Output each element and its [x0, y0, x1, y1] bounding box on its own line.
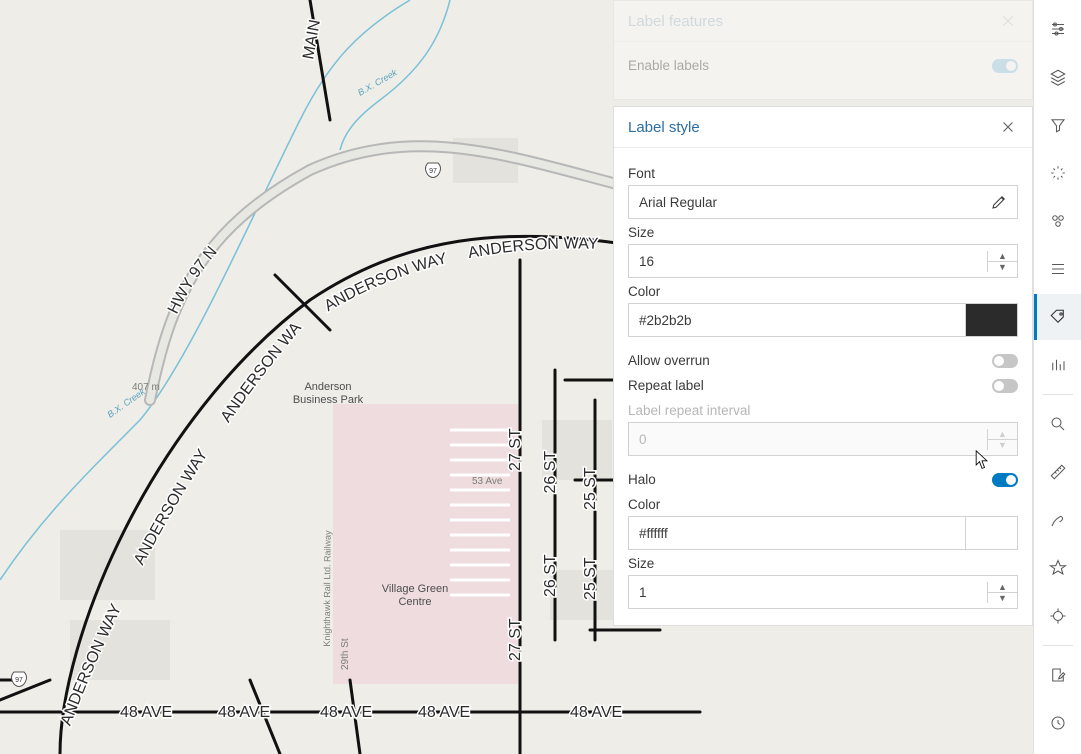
label-features-panel: Label features Enable labels — [613, 0, 1033, 100]
color-label: Color — [628, 284, 1018, 299]
halo-label: Halo — [628, 472, 656, 487]
svg-text:25 ST: 25 ST — [582, 467, 599, 510]
allow-overrun-label: Allow overrun — [628, 353, 710, 368]
font-field[interactable]: Arial Regular — [628, 185, 1018, 219]
layers-icon[interactable] — [1034, 54, 1081, 100]
svg-text:Anderson: Anderson — [304, 381, 351, 393]
sliders-icon[interactable] — [1034, 6, 1081, 52]
labels-icon[interactable] — [1034, 294, 1081, 340]
search-icon[interactable] — [1034, 401, 1081, 447]
color-value: #2b2b2b — [629, 304, 965, 336]
svg-text:48 AVE: 48 AVE — [120, 704, 172, 721]
repeat-interval-label: Label repeat interval — [628, 403, 1018, 418]
label-style-panel: Label style Font Arial Regular Size 16 — [613, 106, 1033, 626]
measure-icon[interactable] — [1034, 449, 1081, 495]
color-swatch[interactable] — [965, 304, 1017, 336]
rail-separator — [1043, 645, 1073, 646]
enable-labels-label: Enable labels — [628, 58, 709, 73]
repeat-interval-stepper: 0 ▲ ▼ — [628, 422, 1018, 456]
size-label: Size — [628, 225, 1018, 240]
svg-text:25 ST: 25 ST — [582, 557, 599, 600]
edit-note-icon[interactable] — [1034, 652, 1081, 698]
chevron-up-icon[interactable]: ▲ — [988, 251, 1017, 262]
history-icon[interactable] — [1034, 700, 1081, 746]
svg-text:53 Ave: 53 Ave — [472, 476, 503, 487]
svg-text:29th St: 29th St — [340, 638, 351, 670]
svg-text:48 AVE: 48 AVE — [570, 704, 622, 721]
close-icon[interactable] — [998, 117, 1018, 137]
svg-text:Knighthawk Rail Ltd. Railway: Knighthawk Rail Ltd. Railway — [322, 530, 333, 647]
font-value: Arial Regular — [639, 195, 981, 210]
repeat-interval-value: 0 — [629, 432, 987, 447]
repeat-label-label: Repeat label — [628, 378, 704, 393]
svg-text:26 ST: 26 ST — [542, 554, 559, 597]
color-field[interactable]: #2b2b2b — [628, 303, 1018, 337]
pencil-icon[interactable] — [981, 186, 1017, 218]
size-stepper[interactable]: 16 ▲ ▼ — [628, 244, 1018, 278]
chevron-up-icon: ▲ — [988, 429, 1017, 440]
halo-color-field[interactable]: #ffffff — [628, 516, 1018, 550]
halo-color-value: #ffffff — [629, 517, 965, 549]
label-style-title: Label style — [628, 119, 700, 136]
repeat-label-toggle[interactable] — [992, 379, 1018, 393]
charts-icon[interactable] — [1034, 342, 1081, 388]
label-features-title: Label features — [628, 13, 723, 30]
chevron-down-icon[interactable]: ▼ — [988, 262, 1017, 272]
size-value: 16 — [629, 254, 987, 269]
close-icon[interactable] — [998, 11, 1018, 31]
svg-text:27 ST: 27 ST — [507, 618, 524, 661]
location-icon[interactable] — [1034, 545, 1081, 591]
svg-text:27 ST: 27 ST — [507, 428, 524, 471]
svg-text:26 ST: 26 ST — [542, 451, 559, 494]
svg-text:48 AVE: 48 AVE — [320, 704, 372, 721]
halo-size-label: Size — [628, 556, 1018, 571]
font-label: Font — [628, 166, 1018, 181]
halo-size-value: 1 — [629, 585, 987, 600]
svg-text:Business Park: Business Park — [293, 394, 364, 406]
halo-color-swatch[interactable] — [965, 517, 1017, 549]
halo-color-label: Color — [628, 497, 1018, 512]
halo-toggle[interactable] — [992, 473, 1018, 487]
allow-overrun-toggle[interactable] — [992, 354, 1018, 368]
svg-text:97: 97 — [429, 168, 437, 175]
sketch-icon[interactable] — [1034, 497, 1081, 543]
right-tool-rail — [1033, 0, 1081, 754]
crosshair-icon[interactable] — [1034, 593, 1081, 639]
filter-icon[interactable] — [1034, 102, 1081, 148]
chevron-down-icon[interactable]: ▼ — [988, 593, 1017, 603]
enable-labels-toggle[interactable] — [992, 59, 1018, 73]
halo-size-stepper[interactable]: 1 ▲ ▼ — [628, 575, 1018, 609]
svg-text:Centre: Centre — [398, 596, 431, 608]
effects-icon[interactable] — [1034, 150, 1081, 196]
svg-text:Village Green: Village Green — [382, 583, 448, 595]
rail-separator — [1043, 394, 1073, 395]
chevron-down-icon: ▼ — [988, 440, 1017, 450]
fields-icon[interactable] — [1034, 246, 1081, 292]
chevron-up-icon[interactable]: ▲ — [988, 582, 1017, 593]
clustering-icon[interactable] — [1034, 198, 1081, 244]
svg-text:97: 97 — [15, 677, 23, 684]
svg-text:48 AVE: 48 AVE — [418, 704, 470, 721]
svg-text:48 AVE: 48 AVE — [218, 704, 270, 721]
